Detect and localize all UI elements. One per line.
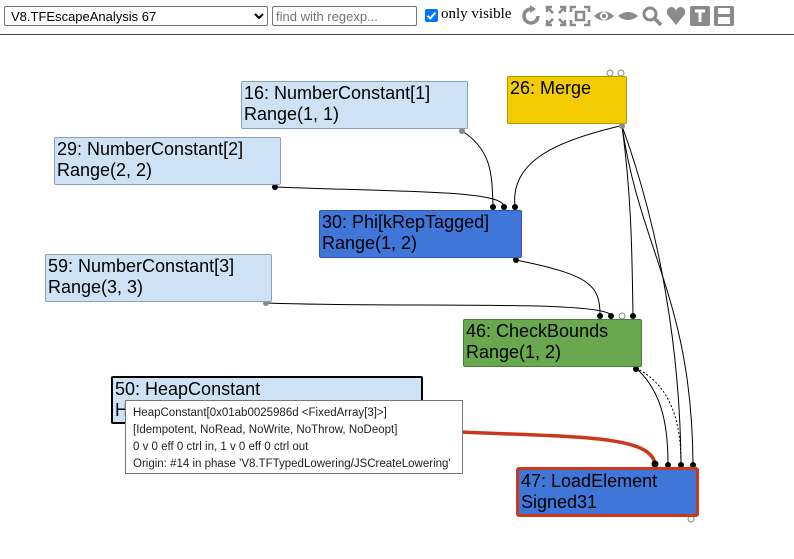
node-label: 16: NumberConstant[1] bbox=[244, 83, 431, 103]
edge-26-47b bbox=[621, 125, 682, 465]
node-label: 47: LoadElement bbox=[521, 471, 658, 491]
node-type: Range(1, 1) bbox=[244, 104, 340, 124]
node-47-load-element[interactable]: 47: LoadElement Signed31 bbox=[516, 467, 699, 517]
node-30-phi[interactable]: 30: Phi[kRepTagged] Range(1, 2) bbox=[319, 210, 522, 258]
edge-59-46 bbox=[265, 302, 612, 316]
node-tooltip: HeapConstant[0x01ab0025986d <FixedArray[… bbox=[125, 400, 463, 474]
node-16-number-constant[interactable]: 16: NumberConstant[1] Range(1, 1) bbox=[241, 81, 468, 129]
node-type: Range(1, 2) bbox=[322, 233, 418, 253]
node-label: 46: CheckBounds bbox=[466, 321, 609, 341]
edge-29-30 bbox=[274, 186, 505, 207]
node-46-check-bounds[interactable]: 46: CheckBounds Range(1, 2) bbox=[463, 319, 642, 367]
tooltip-line: 0 v 0 eff 0 ctrl in, 1 v 0 eff 0 ctrl ou… bbox=[133, 441, 309, 453]
tooltip-line: HeapConstant[0x01ab0025986d <FixedArray[… bbox=[133, 407, 387, 419]
tooltip-line: [Idempotent, NoRead, NoWrite, NoThrow, N… bbox=[133, 424, 398, 436]
node-26-merge[interactable]: 26: Merge bbox=[507, 76, 627, 124]
node-label: 50: HeapConstant bbox=[115, 379, 261, 399]
node-type: Range(2, 2) bbox=[57, 160, 153, 180]
edge-26-30 bbox=[514, 125, 621, 207]
node-type: Range(1, 2) bbox=[466, 342, 562, 362]
node-29-number-constant[interactable]: 29: NumberConstant[2] Range(2, 2) bbox=[54, 137, 281, 185]
node-type: Range(3, 3) bbox=[48, 277, 144, 297]
node-label: 29: NumberConstant[2] bbox=[57, 139, 244, 159]
node-59-number-constant[interactable]: 59: NumberConstant[3] Range(3, 3) bbox=[45, 254, 272, 302]
tooltip-line: Origin: #14 in phase 'V8.TFTypedLowering… bbox=[133, 458, 451, 470]
node-label: 26: Merge bbox=[510, 78, 592, 98]
node-label: 59: NumberConstant[3] bbox=[48, 256, 235, 276]
node-type: Signed31 bbox=[521, 492, 598, 512]
node-label: 30: Phi[kRepTagged] bbox=[322, 212, 490, 232]
